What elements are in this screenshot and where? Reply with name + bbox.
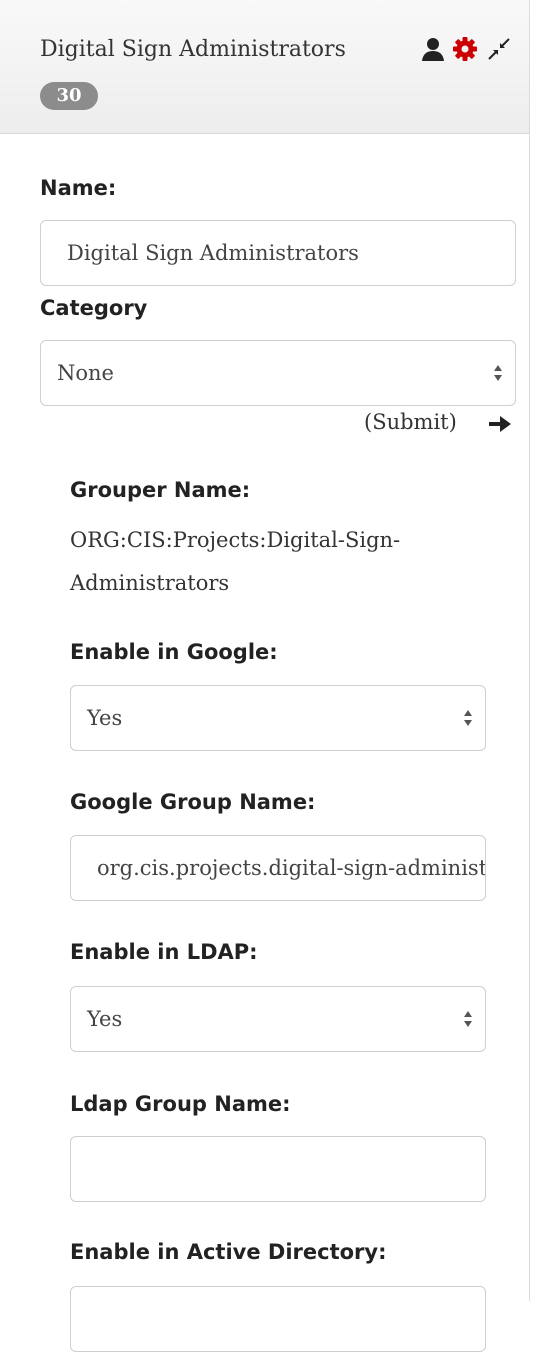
ldap-group-name-input[interactable] xyxy=(70,1136,486,1202)
enable-google-value: Yes xyxy=(87,706,123,730)
enable-ad-label: Enable in Active Directory: xyxy=(70,1240,387,1264)
enable-ldap-select[interactable]: Yes xyxy=(70,986,486,1052)
select-arrows-icon xyxy=(464,710,472,726)
panel-header: Digital Sign Administrators 30 xyxy=(0,0,529,134)
enable-ldap-value: Yes xyxy=(87,1007,123,1031)
grouper-name-label: Grouper Name: xyxy=(70,478,251,502)
google-group-name-input[interactable]: org.cis.projects.digital-sign-administra… xyxy=(70,835,486,901)
enable-google-label: Enable in Google: xyxy=(70,640,278,664)
group-title: Digital Sign Administrators xyxy=(40,37,346,62)
select-arrows-icon xyxy=(494,365,502,381)
ldap-group-name-label: Ldap Group Name: xyxy=(70,1092,291,1116)
compress-icon[interactable] xyxy=(486,36,512,62)
google-group-name-label: Google Group Name: xyxy=(70,790,316,814)
enable-google-select[interactable]: Yes xyxy=(70,685,486,751)
select-arrows-icon xyxy=(464,1011,472,1027)
category-label: Category xyxy=(40,296,148,320)
member-count-badge: 30 xyxy=(40,82,98,110)
gear-icon[interactable] xyxy=(452,36,478,62)
name-label: Name: xyxy=(40,176,117,200)
name-input[interactable]: Digital Sign Administrators xyxy=(40,220,516,286)
category-select[interactable]: None xyxy=(40,340,516,406)
grouper-name-line2: Administrators xyxy=(70,571,230,595)
group-panel: Digital Sign Administrators 30 Name: Dig… xyxy=(0,0,530,1352)
enable-ad-select[interactable] xyxy=(70,1286,486,1352)
user-icon[interactable] xyxy=(420,36,446,62)
arrow-right-icon[interactable] xyxy=(488,414,512,434)
category-select-value: None xyxy=(57,361,114,385)
enable-ldap-label: Enable in LDAP: xyxy=(70,940,258,964)
google-group-name-value: org.cis.projects.digital-sign-administra… xyxy=(97,856,486,880)
grouper-name-line1: ORG:CIS:Projects:Digital-Sign- xyxy=(70,528,401,552)
submit-link[interactable]: (Submit) xyxy=(364,410,457,434)
name-input-value: Digital Sign Administrators xyxy=(67,241,359,265)
